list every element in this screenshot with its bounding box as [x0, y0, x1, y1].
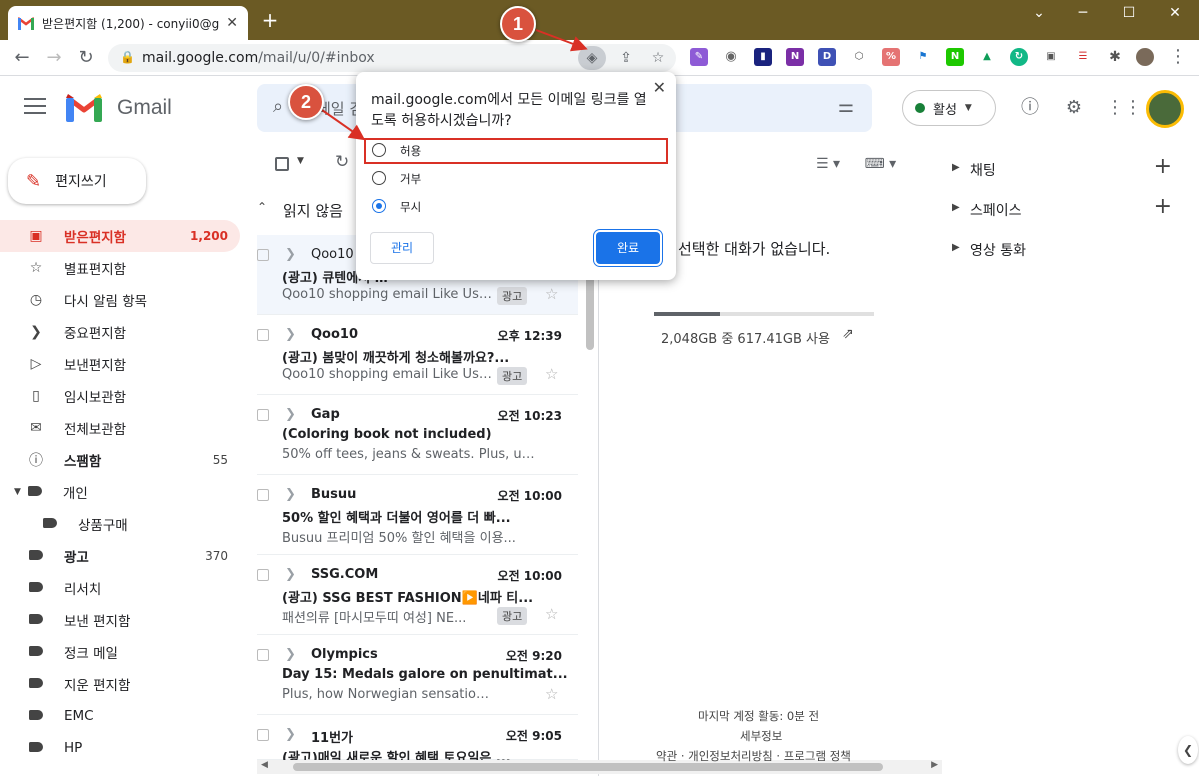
annotation-arrows [321, 29, 588, 141]
callout-step-1: 1 [500, 6, 536, 42]
callout-step-2: 2 [288, 84, 324, 120]
arrow-to-handler-icon [535, 29, 588, 52]
arrow-to-allow-option [321, 109, 366, 141]
